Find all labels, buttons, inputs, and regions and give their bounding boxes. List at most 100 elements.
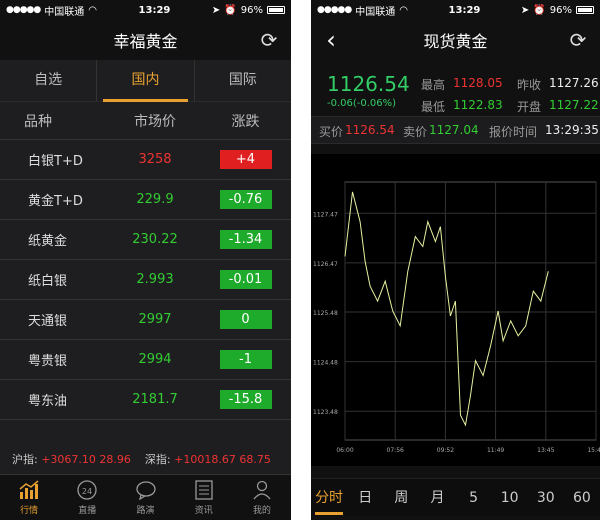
x-tick-label: 06:00 [336,447,353,454]
nav-me[interactable]: 我的 [233,475,291,520]
market-price: 2997 [138,312,172,327]
high-label: 最高 [421,78,446,92]
table-row[interactable]: 粤贵银 2994 -1 [0,340,291,380]
svg-text:24: 24 [82,487,92,496]
open-value: 1127.22 [549,98,599,112]
nav-label: 路演 [136,506,155,516]
nav-label: 直播 [78,506,97,516]
nav-label: 行情 [20,506,39,516]
period-30min[interactable]: 30 [528,479,564,517]
page-title: 现货黄金 [423,32,488,51]
table-row[interactable]: 纸白银 2.993 -0.01 [0,260,291,300]
signal-icon: ●●●●● [317,5,352,15]
price-change: -0.06(-0.06%) [327,98,397,109]
location-icon: ➤ [211,4,221,16]
bid-label: 买价 [319,125,344,139]
instrument-name: 纸黄金 [28,234,68,249]
market-tabs: 自选 国内 国际 [0,60,291,102]
table-row[interactable]: 白银T+D 3258 +4 [0,140,291,180]
ask-label: 卖价 [403,125,428,139]
chart-icon [19,480,39,499]
period-10min[interactable]: 10 [492,479,528,517]
nav-news[interactable]: 资讯 [175,475,233,520]
shanghai-index: 沪指: +3067.10 28.96 [12,451,131,467]
bid-value: 1126.54 [345,123,395,137]
back-icon[interactable]: ‹ [319,27,343,53]
nav-live[interactable]: 24 直播 [58,475,116,520]
change-badge: -0.76 [219,190,272,209]
tab-international[interactable]: 国际 [195,60,291,101]
instrument-name: 纸白银 [28,274,68,289]
news-icon [195,480,213,500]
instrument-name: 天通银 [28,314,68,329]
refresh-icon[interactable]: ⟳ [566,28,590,52]
period-selector: 分时 日 周 月 5 10 30 60 [311,478,600,516]
quote-list: 白银T+D 3258 +4 黄金T+D 229.9 -0.76 纸黄金 230.22 -1.34… [0,140,291,420]
period-day[interactable]: 日 [347,479,383,517]
change-badge: -15.8 [219,390,272,409]
x-tick-label: 13:45 [537,447,554,454]
instrument-name: 白银T+D [28,154,83,169]
table-row[interactable]: 天通银 2997 0 [0,300,291,340]
index-ticker: 沪指: +3067.10 28.96 深指: +10018.67 68.75 [0,448,291,470]
period-week[interactable]: 周 [383,479,419,517]
detail-screen: ●●●●● 中国联通 ◠ 13:29 ➤ ⏰ 96% ‹ 现货黄金 ⟳ 1126… [311,0,600,520]
intraday-chart[interactable]: 1127.47 1126.47 1125.48 1124.48 1123.48 06:00… [311,154,600,466]
wifi-icon: ◠ [88,4,97,16]
price-line [344,191,549,427]
change-badge: +4 [219,150,272,169]
nav-roadshow[interactable]: 路演 [116,475,174,520]
battery-icon [575,6,594,14]
chat-bubble-icon [135,481,156,501]
table-row[interactable]: 粤东油 2181.7 -15.8 [0,380,291,420]
nav-quotes[interactable]: 行情 [0,475,58,520]
carrier-label: 中国联通 [355,6,396,18]
nav-bar: 幸福黄金 ⟳ [0,20,291,60]
market-price: 3258 [138,152,172,167]
period-5min[interactable]: 5 [456,479,492,517]
plot-frame [344,181,597,441]
column-header-change: 涨跌 [231,113,260,130]
status-bar: ●●●●● 中国联通 ◠ 13:29 ➤ ⏰ 96% [311,0,600,20]
x-tick-label: 15:42 [587,447,600,454]
battery-icon [266,6,285,14]
page-title: 幸福黄金 [113,32,178,51]
instrument-name: 粤贵银 [28,354,68,369]
x-tick-label: 09:52 [437,447,454,454]
change-badge: 0 [219,310,272,329]
tab-watchlist[interactable]: 自选 [0,60,98,101]
instrument-name: 黄金T+D [28,194,83,209]
location-icon: ➤ [520,4,530,16]
y-tick-label: 1127.47 [313,211,338,218]
column-header-price: 市场价 [134,113,176,130]
current-price: 1126.54 [327,72,410,96]
change-badge: -0.01 [219,270,272,289]
status-bar: ●●●●● 中国联通 ◠ 13:29 ➤ ⏰ 96% [0,0,291,20]
period-month[interactable]: 月 [419,479,455,517]
y-tick-label: 1123.48 [313,409,338,416]
shenzhen-index-value: +10018.67 68.75 [174,453,271,466]
shanghai-index-value: +3067.10 28.96 [41,453,131,466]
quote-summary: 1126.54 -0.06(-0.06%) 最高 1128.05 最低 1122… [311,60,600,116]
x-tick-label: 11:49 [487,447,504,454]
status-time: 13:29 [138,4,171,16]
open-label: 开盘 [517,100,542,114]
refresh-icon[interactable]: ⟳ [257,28,281,52]
y-tick-label: 1124.48 [313,360,338,367]
nav-label: 我的 [252,506,271,516]
quote-time-value: 13:29:35 [545,123,599,137]
battery-percent: 96% [549,4,572,16]
table-row[interactable]: 纸黄金 230.22 -1.34 [0,220,291,260]
ask-value: 1127.04 [429,123,479,137]
low-label: 最低 [421,100,446,114]
bid-ask-bar: 买价 1126.54 卖价 1127.04 报价时间 13:29:35 [311,116,600,144]
period-60min[interactable]: 60 [564,479,600,517]
market-price: 2994 [138,352,172,367]
period-intraday[interactable]: 分时 [311,479,347,517]
tab-domestic[interactable]: 国内 [97,60,195,102]
table-row[interactable]: 黄金T+D 229.9 -0.76 [0,180,291,220]
carrier-label: 中国联通 [44,6,85,18]
y-tick-label: 1126.47 [313,261,338,268]
shenzhen-index-label: 深指: [144,453,171,466]
user-icon [253,480,271,500]
